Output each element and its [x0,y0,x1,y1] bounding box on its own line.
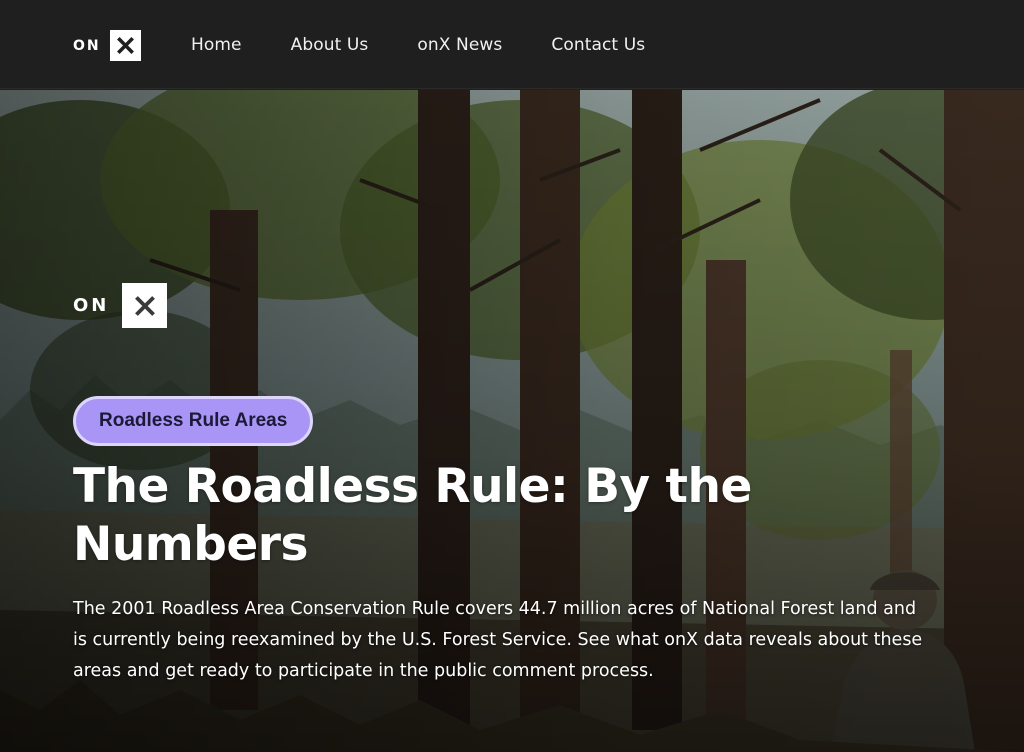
logo-wordmark: ON [73,37,101,54]
hero-logo-wordmark: ON [73,295,110,316]
hero-section: ON Roadless Rule Areas The Roadless Rule… [0,90,1024,752]
page-title: The Roadless Rule: By the Numbers [73,459,752,572]
category-tag[interactable]: Roadless Rule Areas [73,396,314,446]
x-mark-icon [109,30,141,61]
top-navigation: ON Home About Us onX News Contact Us [0,0,1024,89]
nav-link-about-us[interactable]: About Us [291,35,369,55]
nav-link-contact-us[interactable]: Contact Us [551,35,645,55]
onx-logo[interactable]: ON [73,30,141,61]
nav-link-onx-news[interactable]: onX News [417,35,502,55]
hero-description: The 2001 Roadless Area Conservation Rule… [73,599,923,681]
hero-onx-logo: ON [73,283,168,328]
nav-links: Home About Us onX News Contact Us [191,0,694,89]
x-mark-icon [122,283,168,328]
nav-link-home[interactable]: Home [191,35,242,55]
